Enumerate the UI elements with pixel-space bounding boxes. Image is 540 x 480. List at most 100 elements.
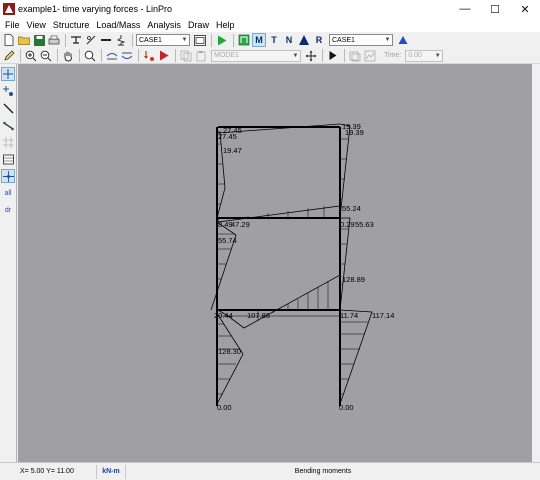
pencil-icon[interactable] xyxy=(2,49,16,63)
drawing-canvas[interactable]: .fr { stroke: #000; stroke-width: 2; fil… xyxy=(18,64,532,462)
select-cross-icon[interactable] xyxy=(1,67,15,81)
label-third-floor-right-beam: 0.29 xyxy=(340,220,355,229)
save-icon[interactable] xyxy=(32,33,46,47)
toolbar-separator xyxy=(132,33,133,47)
graph-disabled-icon xyxy=(363,49,377,63)
run-analysis-icon[interactable] xyxy=(215,33,229,47)
hinge-icon[interactable] xyxy=(84,33,98,47)
time-label: Time: xyxy=(384,52,402,59)
status-message: Bending moments xyxy=(294,468,352,475)
label-third-floor-right: 55.24 xyxy=(342,204,361,213)
zoom-out-icon[interactable] xyxy=(39,49,53,63)
rotate-left-icon[interactable] xyxy=(105,49,119,63)
axial-label: N xyxy=(285,34,293,45)
add-member-nodes-icon[interactable] xyxy=(1,118,15,132)
grid-disabled-icon xyxy=(1,135,15,149)
label-roof-left-column: 27.45 xyxy=(218,132,237,141)
view-toolbar: MODE1 ▼ Time: 0.00 ▼ xyxy=(0,48,540,64)
maximize-button[interactable]: ☐ xyxy=(480,0,510,18)
toolbar-separator xyxy=(344,49,345,62)
bending-moment-diagram: .fr { stroke: #000; stroke-width: 2; fil… xyxy=(210,122,394,412)
stress-icon[interactable] xyxy=(297,33,311,47)
mode-select[interactable]: MODE1 ▼ xyxy=(211,49,301,62)
moment-label: M xyxy=(255,34,263,45)
result-case-value: CASE1 xyxy=(332,36,355,44)
label-second-floor-left: 20.44 xyxy=(214,311,233,320)
rotate-right-icon[interactable] xyxy=(120,49,134,63)
label-second-floor-right: 128.89 xyxy=(342,275,365,284)
load-case-select[interactable]: CASE1 ▼ xyxy=(136,34,190,46)
menu-load-mass[interactable]: Load/Mass xyxy=(93,20,144,30)
paste-disabled-icon xyxy=(194,49,208,63)
add-node-icon[interactable] xyxy=(1,84,15,98)
time-select[interactable]: 0.00 ▼ xyxy=(405,49,444,62)
shear-label: T xyxy=(271,34,277,45)
cursor-coordinates: X= 5.00 Y= 11.00 xyxy=(20,468,74,475)
toolbar-separator xyxy=(175,49,176,62)
units-indicator: kN-m xyxy=(96,464,126,479)
label-base-left: 0.00 xyxy=(217,403,232,412)
move-cross-icon[interactable] xyxy=(304,49,318,63)
label-roof-right-column: 19.39 xyxy=(345,128,364,137)
label-third-floor-right-column: 55.63 xyxy=(355,220,374,229)
toolbar-separator xyxy=(138,49,139,62)
label-left-column-mid: 19.47 xyxy=(223,146,242,155)
menu-bar: File View Structure Load/Mass Analysis D… xyxy=(0,18,540,32)
triangle-up-icon[interactable] xyxy=(396,33,410,47)
step-play-icon[interactable] xyxy=(326,49,340,63)
label-second-floor-left-beam: 107.86 xyxy=(247,311,270,320)
reactions-button[interactable]: R xyxy=(312,33,326,47)
minimize-button[interactable]: — xyxy=(450,0,480,18)
label-second-storey-left-column: 55.74 xyxy=(218,236,237,245)
deformed-shape-icon[interactable] xyxy=(237,33,251,47)
menu-structure[interactable]: Structure xyxy=(50,20,94,30)
label-ground-storey-left-column: 128.30 xyxy=(218,347,241,356)
support-icon[interactable] xyxy=(69,33,83,47)
draw-button[interactable]: dr xyxy=(1,203,15,217)
toolbar-separator xyxy=(79,49,80,62)
menu-analysis[interactable]: Analysis xyxy=(144,20,185,30)
shear-diagram-button[interactable]: T xyxy=(267,33,281,47)
add-member-icon[interactable] xyxy=(1,101,15,115)
add-load-icon[interactable] xyxy=(142,49,156,63)
window-title: example1- time varying forces - LinPro xyxy=(18,4,173,14)
toolbar-separator xyxy=(233,33,234,47)
table-icon[interactable] xyxy=(1,152,15,166)
status-bar: X= 5.00 Y= 11.00 kN-m Bending moments xyxy=(0,462,540,480)
zoom-extents-icon[interactable] xyxy=(83,49,97,63)
menu-file[interactable]: File xyxy=(2,20,24,30)
member-icon[interactable] xyxy=(99,33,113,47)
frames-disabled-icon xyxy=(348,49,362,63)
chevron-down-icon: ▼ xyxy=(292,52,299,59)
zoom-in-icon[interactable] xyxy=(24,49,38,63)
mode-value: MODE1 xyxy=(214,52,239,59)
copy-disabled-icon xyxy=(179,49,193,63)
moment-value-labels: 19.39 19.39 27.45 27.45 19.47 55.24 8.49… xyxy=(214,122,394,412)
load-case-properties-icon[interactable] xyxy=(193,33,207,47)
moment-diagram-button[interactable]: M xyxy=(252,33,266,47)
print-icon[interactable] xyxy=(47,33,61,47)
chevron-down-icon: ▼ xyxy=(384,37,391,43)
open-folder-icon[interactable] xyxy=(17,33,31,47)
play-animation-icon[interactable] xyxy=(157,49,171,63)
axial-diagram-button[interactable]: N xyxy=(282,33,296,47)
toolbar-separator xyxy=(101,49,102,62)
new-file-icon[interactable] xyxy=(2,33,16,47)
spring-icon[interactable] xyxy=(114,33,128,47)
label-base-right: 0.00 xyxy=(339,403,354,412)
menu-view[interactable]: View xyxy=(24,20,50,30)
menu-help[interactable]: Help xyxy=(213,20,239,30)
linpro-app-icon xyxy=(3,3,15,15)
select-all-button[interactable]: all xyxy=(1,186,15,200)
label-second-floor-right-beam: 11.74 xyxy=(340,311,358,320)
chevron-down-icon: ▼ xyxy=(434,52,441,59)
left-toolbar: all dr xyxy=(0,64,17,462)
toolbar-separator xyxy=(57,49,58,62)
time-value: 0.00 xyxy=(408,52,422,59)
snap-node-icon[interactable] xyxy=(1,169,15,183)
close-button[interactable]: ✕ xyxy=(510,0,540,18)
result-case-select[interactable]: CASE1 ▼ xyxy=(329,34,393,46)
vertical-scrollbar[interactable] xyxy=(532,64,540,462)
menu-draw[interactable]: Draw xyxy=(185,20,213,30)
pan-hand-icon[interactable] xyxy=(61,49,75,63)
